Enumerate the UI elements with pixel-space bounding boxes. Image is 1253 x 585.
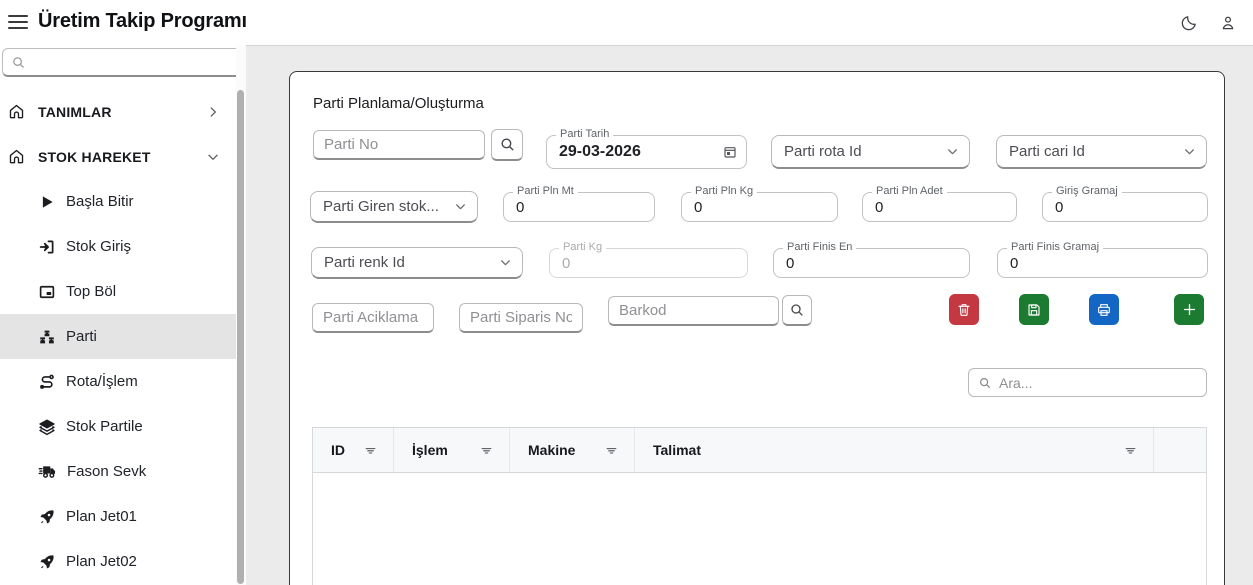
search-icon: [978, 376, 992, 390]
filter-icon[interactable]: [363, 443, 378, 458]
rocket-icon: [38, 553, 56, 571]
save-icon: [1026, 302, 1042, 318]
parti-pln-kg-field: Parti Pln Kg: [681, 192, 838, 222]
grid-body-empty: [313, 473, 1206, 585]
print-button[interactable]: [1089, 294, 1119, 325]
sidebar-item-top-bol[interactable]: Top Böl: [0, 269, 236, 314]
sidebar-item-stok-giris[interactable]: Stok Giriş: [0, 224, 236, 269]
main-content: Parti Planlama/Oluşturma Parti Tarih Par…: [246, 45, 1253, 585]
delete-button[interactable]: [949, 294, 979, 325]
sidebar-scrollbar-thumb[interactable]: [237, 90, 244, 584]
parti-finis-gramaj-input[interactable]: [998, 249, 1207, 277]
home-icon: [8, 148, 25, 165]
parti-pln-adet-field: Parti Pln Adet: [862, 192, 1017, 222]
top-bar: Üretim Takip Programı: [0, 0, 1253, 45]
column-header-id[interactable]: ID: [313, 428, 394, 472]
app-title: Üretim Takip Programı: [38, 10, 247, 33]
boxes-icon: [38, 328, 56, 346]
parti-giren-stok-select[interactable]: Parti Giren stok...: [310, 191, 478, 223]
rocket-icon: [38, 508, 56, 526]
parti-rota-id-select[interactable]: Parti rota Id: [771, 135, 970, 169]
sidebar-item-plan-jet02[interactable]: Plan Jet02: [0, 539, 236, 584]
parti-siparis-no-input[interactable]: [459, 303, 583, 333]
sidebar-menu: TANIMLAR STOK HAREKET Başla Bitir Stok G…: [0, 89, 236, 584]
user-account-icon[interactable]: [1219, 14, 1237, 32]
sidebar-item-plan-jet01[interactable]: Plan Jet01: [0, 494, 236, 539]
data-grid: ID İşlem Makine Talimat: [312, 427, 1207, 585]
sidebar-search-box[interactable]: [2, 48, 244, 77]
picture-in-picture-icon: [38, 283, 56, 301]
chevron-right-icon: [206, 105, 220, 119]
app-window: Üretim Takip Programı TANIMLAR STOK HARE…: [0, 0, 1253, 585]
parti-cari-id-select[interactable]: Parti cari Id: [996, 135, 1207, 169]
search-icon: [499, 136, 516, 153]
search-icon: [11, 55, 26, 70]
parti-kg-field: Parti Kg: [549, 248, 748, 278]
column-header-talimat[interactable]: Talimat: [635, 428, 1154, 472]
sidebar-item-tanimlar[interactable]: TANIMLAR: [0, 89, 236, 134]
parti-aciklama-input[interactable]: [312, 303, 434, 333]
sidebar-item-basla-bitir[interactable]: Başla Bitir: [0, 179, 236, 224]
panel-title: Parti Planlama/Oluşturma: [313, 95, 484, 112]
parti-pln-kg-input[interactable]: [682, 193, 837, 221]
parti-finis-en-field: Parti Finis En: [773, 248, 970, 278]
chevron-down-icon: [454, 200, 467, 213]
play-icon: [38, 193, 56, 211]
truck-icon: [38, 462, 57, 481]
parti-renk-id-select[interactable]: Parti renk Id: [311, 247, 523, 279]
sidebar-item-rota-islem[interactable]: Rota/İşlem: [0, 359, 236, 404]
column-header-extra: [1154, 428, 1206, 472]
parti-pln-adet-input[interactable]: [863, 193, 1016, 221]
giris-gramaj-field: Giriş Gramaj: [1042, 192, 1208, 222]
grid-header-row: ID İşlem Makine Talimat: [313, 428, 1206, 473]
dark-mode-icon[interactable]: [1180, 14, 1198, 32]
parti-finis-gramaj-field: Parti Finis Gramaj: [997, 248, 1208, 278]
filter-icon[interactable]: [604, 443, 619, 458]
parti-pln-mt-input[interactable]: [504, 193, 654, 221]
parti-no-search-button[interactable]: [491, 129, 523, 161]
filter-icon[interactable]: [1123, 443, 1138, 458]
grid-search-box[interactable]: [968, 368, 1207, 397]
sidebar-search-input[interactable]: [32, 54, 235, 70]
parti-no-input[interactable]: [313, 130, 485, 160]
parti-finis-en-input[interactable]: [774, 249, 969, 277]
sidebar-item-parti[interactable]: Parti: [0, 314, 236, 359]
parti-kg-input: [550, 249, 747, 277]
parti-pln-mt-field: Parti Pln Mt: [503, 192, 655, 222]
grid-search-input[interactable]: [999, 375, 1197, 391]
layers-icon: [38, 418, 56, 436]
printer-icon: [1096, 302, 1112, 318]
sidebar-item-stok-hareket[interactable]: STOK HAREKET: [0, 134, 236, 179]
home-icon: [8, 103, 25, 120]
column-header-makine[interactable]: Makine: [510, 428, 635, 472]
giris-gramaj-input[interactable]: [1043, 193, 1207, 221]
route-icon: [38, 373, 56, 391]
sidebar-item-stok-partile[interactable]: Stok Partile: [0, 404, 236, 449]
parti-panel: Parti Planlama/Oluşturma Parti Tarih Par…: [289, 71, 1225, 585]
sidebar-item-fason-sevk[interactable]: Fason Sevk: [0, 449, 236, 494]
column-header-islem[interactable]: İşlem: [394, 428, 510, 472]
search-icon: [789, 302, 805, 318]
filter-icon[interactable]: [479, 443, 494, 458]
barkod-search-button[interactable]: [782, 295, 812, 326]
calendar-icon[interactable]: [722, 144, 738, 160]
plus-icon: [1181, 301, 1198, 318]
barkod-input[interactable]: [608, 296, 779, 326]
chevron-down-icon: [946, 145, 959, 158]
chevron-down-icon: [206, 150, 220, 164]
parti-tarih-input[interactable]: [547, 136, 746, 168]
hamburger-menu-icon[interactable]: [8, 14, 28, 30]
trash-icon: [956, 302, 972, 318]
sign-in-icon: [38, 238, 56, 256]
chevron-down-icon: [1183, 145, 1196, 158]
save-button[interactable]: [1019, 294, 1049, 325]
chevron-down-icon: [499, 256, 512, 269]
parti-tarih-field: Parti Tarih: [546, 135, 747, 169]
add-button[interactable]: [1174, 294, 1204, 325]
sidebar: TANIMLAR STOK HAREKET Başla Bitir Stok G…: [0, 45, 246, 585]
